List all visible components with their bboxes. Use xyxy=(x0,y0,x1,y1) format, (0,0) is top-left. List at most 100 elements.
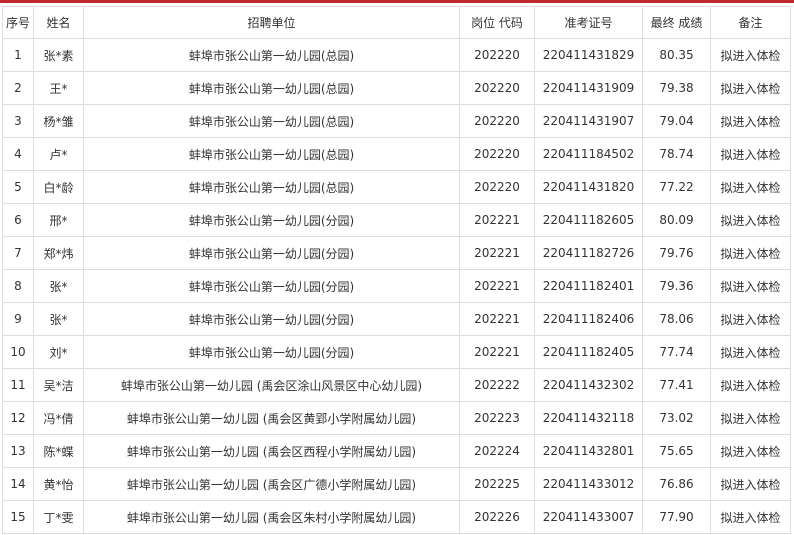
header-final-score: 最终 成绩 xyxy=(642,6,711,39)
cell-final-score: 75.65 xyxy=(642,434,711,468)
cell-exam-number: 220411431829 xyxy=(534,38,643,72)
table-row: 1 张*素 蚌埠市张公山第一幼儿园(总园) 202220 220411431829 80.… xyxy=(2,38,791,72)
cell-index: 1 xyxy=(2,38,34,72)
cell-employer: 蚌埠市张公山第一幼儿园 (禹会区朱村小学附属幼儿园) xyxy=(83,500,460,534)
cell-final-score: 79.38 xyxy=(642,71,711,105)
cell-index: 10 xyxy=(2,335,34,369)
table-row: 11 吴*洁 蚌埠市张公山第一幼儿园 (禹会区涂山风景区中心幼儿园) 202222 22… xyxy=(2,368,791,402)
cell-final-score: 79.76 xyxy=(642,236,711,270)
cell-position-code: 202221 xyxy=(459,203,535,237)
cell-position-code: 202220 xyxy=(459,71,535,105)
cell-employer: 蚌埠市张公山第一幼儿园(总园) xyxy=(83,170,460,204)
cell-final-score: 77.41 xyxy=(642,368,711,402)
cell-position-code: 202221 xyxy=(459,269,535,303)
cell-position-code: 202220 xyxy=(459,104,535,138)
cell-employer: 蚌埠市张公山第一幼儿园(总园) xyxy=(83,38,460,72)
cell-exam-number: 220411431909 xyxy=(534,71,643,105)
cell-position-code: 202221 xyxy=(459,302,535,336)
cell-remark: 拟进入体检 xyxy=(710,203,791,237)
cell-employer: 蚌埠市张公山第一幼儿园(分园) xyxy=(83,302,460,336)
cell-exam-number: 220411182726 xyxy=(534,236,643,270)
cell-employer: 蚌埠市张公山第一幼儿园(分园) xyxy=(83,269,460,303)
cell-employer: 蚌埠市张公山第一幼儿园 (禹会区涂山风景区中心幼儿园) xyxy=(83,368,460,402)
cell-exam-number: 220411432801 xyxy=(534,434,643,468)
table-row: 10 刘* 蚌埠市张公山第一幼儿园(分园) 202221 220411182405 77.… xyxy=(2,335,791,369)
cell-name: 刘* xyxy=(33,335,84,369)
cell-position-code: 202223 xyxy=(459,401,535,435)
cell-final-score: 79.04 xyxy=(642,104,711,138)
cell-index: 15 xyxy=(2,500,34,534)
cell-employer: 蚌埠市张公山第一幼儿园(分园) xyxy=(83,236,460,270)
cell-name: 杨*雏 xyxy=(33,104,84,138)
cell-remark: 拟进入体检 xyxy=(710,467,791,501)
table-row: 5 白*龄 蚌埠市张公山第一幼儿园(总园) 202220 220411431820 77.… xyxy=(2,170,791,204)
cell-remark: 拟进入体检 xyxy=(710,38,791,72)
cell-index: 7 xyxy=(2,236,34,270)
cell-remark: 拟进入体检 xyxy=(710,170,791,204)
cell-exam-number: 220411432118 xyxy=(534,401,643,435)
header-exam-number: 准考证号 xyxy=(534,6,643,39)
cell-remark: 拟进入体检 xyxy=(710,302,791,336)
cell-index: 13 xyxy=(2,434,34,468)
cell-employer: 蚌埠市张公山第一幼儿园(总园) xyxy=(83,104,460,138)
cell-index: 6 xyxy=(2,203,34,237)
cell-exam-number: 220411182605 xyxy=(534,203,643,237)
cell-index: 3 xyxy=(2,104,34,138)
cell-index: 5 xyxy=(2,170,34,204)
cell-position-code: 202224 xyxy=(459,434,535,468)
cell-index: 12 xyxy=(2,401,34,435)
table-row: 3 杨*雏 蚌埠市张公山第一幼儿园(总园) 202220 220411431907 79.… xyxy=(2,104,791,138)
cell-position-code: 202221 xyxy=(459,236,535,270)
cell-employer: 蚌埠市张公山第一幼儿园 (禹会区黄郢小学附属幼儿园) xyxy=(83,401,460,435)
table-row: 6 邢* 蚌埠市张公山第一幼儿园(分园) 202221 220411182605 80.0… xyxy=(2,203,791,237)
table-row: 7 郑*炜 蚌埠市张公山第一幼儿园(分园) 202221 220411182726 79.… xyxy=(2,236,791,270)
cell-name: 张*素 xyxy=(33,38,84,72)
cell-position-code: 202221 xyxy=(459,335,535,369)
table-row: 12 冯*倩 蚌埠市张公山第一幼儿园 (禹会区黄郢小学附属幼儿园) 202223 220… xyxy=(2,401,791,435)
header-name: 姓名 xyxy=(33,6,84,39)
cell-index: 4 xyxy=(2,137,34,171)
cell-final-score: 73.02 xyxy=(642,401,711,435)
cell-remark: 拟进入体检 xyxy=(710,71,791,105)
cell-index: 8 xyxy=(2,269,34,303)
cell-remark: 拟进入体检 xyxy=(710,401,791,435)
table-row: 8 张* 蚌埠市张公山第一幼儿园(分园) 202221 220411182401 79.3… xyxy=(2,269,791,303)
cell-remark: 拟进入体检 xyxy=(710,434,791,468)
cell-index: 14 xyxy=(2,467,34,501)
cell-exam-number: 220411431907 xyxy=(534,104,643,138)
cell-final-score: 80.35 xyxy=(642,38,711,72)
table-body: 1 张*素 蚌埠市张公山第一幼儿园(总园) 202220 220411431829 80.… xyxy=(2,38,791,534)
cell-employer: 蚌埠市张公山第一幼儿园(分园) xyxy=(83,203,460,237)
cell-name: 陈*蝶 xyxy=(33,434,84,468)
header-employer: 招聘单位 xyxy=(83,6,460,39)
cell-exam-number: 220411182401 xyxy=(534,269,643,303)
cell-position-code: 202226 xyxy=(459,500,535,534)
cell-name: 冯*倩 xyxy=(33,401,84,435)
cell-employer: 蚌埠市张公山第一幼儿园(总园) xyxy=(83,71,460,105)
cell-remark: 拟进入体检 xyxy=(710,137,791,171)
cell-index: 2 xyxy=(2,71,34,105)
header-remark: 备注 xyxy=(710,6,791,39)
cell-name: 张* xyxy=(33,269,84,303)
cell-position-code: 202222 xyxy=(459,368,535,402)
cell-name: 白*龄 xyxy=(33,170,84,204)
cell-exam-number: 220411184502 xyxy=(534,137,643,171)
cell-final-score: 77.90 xyxy=(642,500,711,534)
cell-position-code: 202225 xyxy=(459,467,535,501)
cell-name: 邢* xyxy=(33,203,84,237)
cell-remark: 拟进入体检 xyxy=(710,269,791,303)
cell-index: 11 xyxy=(2,368,34,402)
table-row: 2 王* 蚌埠市张公山第一幼儿园(总园) 202220 220411431909 79.3… xyxy=(2,71,791,105)
header-index: 序号 xyxy=(2,6,34,39)
cell-final-score: 77.22 xyxy=(642,170,711,204)
cell-exam-number: 220411182406 xyxy=(534,302,643,336)
cell-remark: 拟进入体检 xyxy=(710,500,791,534)
cell-exam-number: 220411431820 xyxy=(534,170,643,204)
table-row: 14 黄*怡 蚌埠市张公山第一幼儿园 (禹会区广德小学附属幼儿园) 202225 220… xyxy=(2,467,791,501)
cell-position-code: 202220 xyxy=(459,38,535,72)
cell-final-score: 79.36 xyxy=(642,269,711,303)
cell-name: 黄*怡 xyxy=(33,467,84,501)
table-row: 4 卢* 蚌埠市张公山第一幼儿园(总园) 202220 220411184502 78.7… xyxy=(2,137,791,171)
table-row: 9 张* 蚌埠市张公山第一幼儿园(分园) 202221 220411182406 78.0… xyxy=(2,302,791,336)
cell-exam-number: 220411433012 xyxy=(534,467,643,501)
